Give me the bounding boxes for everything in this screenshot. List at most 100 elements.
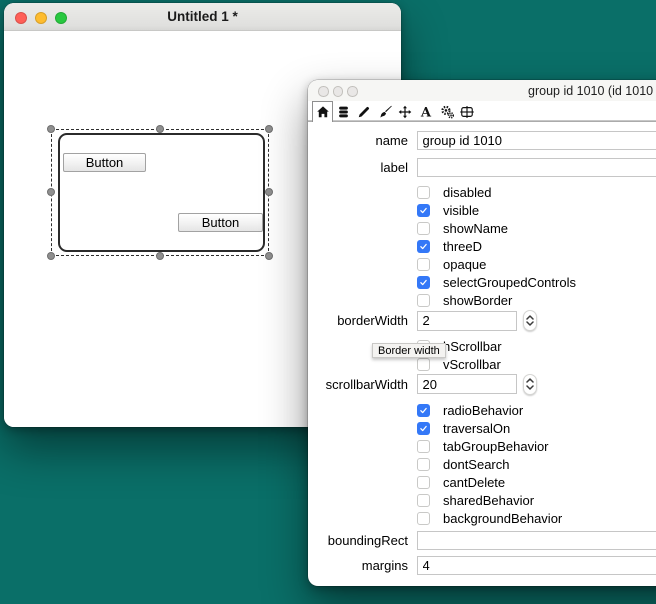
boundingRect-input[interactable] (417, 531, 656, 550)
inspector-tab-basic[interactable] (312, 101, 333, 122)
checkbox-row-vScrollbar: vScrollbar (308, 355, 656, 373)
inspector-tab-data[interactable] (333, 101, 354, 122)
checkbox-row-selectGroupedControls: selectGroupedControls (308, 273, 656, 291)
selection-handle[interactable] (47, 252, 55, 260)
disabled-checkbox-label: disabled (443, 185, 491, 200)
property-row-boundingRect: boundingRect (308, 531, 656, 550)
minimize-button[interactable] (333, 86, 344, 97)
selection-handle[interactable] (265, 252, 273, 260)
text-icon: A (419, 105, 433, 119)
borderWidth-stepper[interactable] (523, 310, 537, 331)
pencil-icon (357, 105, 371, 119)
property-row-margins: margins (308, 556, 656, 575)
checkbox-row-tabGroupBehavior: tabGroupBehavior (308, 437, 656, 455)
inspector-window-controls (318, 86, 358, 97)
inspector-tab-effects[interactable] (374, 101, 395, 122)
threeD-checkbox[interactable] (417, 240, 430, 253)
checkbox-row-traversalOn: traversalOn (308, 419, 656, 437)
inspector-tab-geometry[interactable] (457, 101, 478, 122)
selectGroupedControls-checkbox-label: selectGroupedControls (443, 275, 576, 290)
showName-checkbox[interactable] (417, 222, 430, 235)
checkbox-row-showBorder: showBorder (308, 291, 656, 309)
inspector-tab-edit[interactable] (353, 101, 374, 122)
inspector-body: name label disabled visible showName threeD op… (308, 122, 656, 575)
sharedBehavior-checkbox-label: sharedBehavior (443, 493, 534, 508)
checkbox-row-hScrollbar: hScrollbar (308, 337, 656, 355)
database-icon (337, 105, 350, 119)
traversalOn-checkbox[interactable] (417, 422, 430, 435)
cantDelete-checkbox[interactable] (417, 476, 430, 489)
selection-handle[interactable] (265, 125, 273, 133)
traversalOn-checkbox-label: traversalOn (443, 421, 510, 436)
property-row-borderWidth: borderWidth (308, 311, 656, 331)
canvas-button[interactable]: Button (63, 153, 146, 172)
document-title: Untitled 1 * (4, 3, 401, 31)
field-label-label: label (308, 160, 408, 175)
selection-handle[interactable] (156, 125, 164, 133)
scrollbarWidth-stepper[interactable] (523, 374, 537, 395)
dontSearch-checkbox[interactable] (417, 458, 430, 471)
stepper-up-icon[interactable] (526, 378, 534, 383)
field-label-scrollbarWidth: scrollbarWidth (308, 377, 408, 392)
inspector-titlebar[interactable]: group id 1010 (id 1010 (308, 80, 656, 101)
checkbox-row-visible: visible (308, 201, 656, 219)
borderWidth-input[interactable] (417, 311, 517, 331)
scrollbarWidth-input[interactable] (417, 374, 517, 394)
tooltip: Border width (372, 343, 446, 358)
canvas-button[interactable]: Button (178, 213, 263, 232)
geometry-icon (460, 105, 474, 119)
disabled-checkbox[interactable] (417, 186, 430, 199)
property-row-name: name (308, 131, 656, 150)
close-button[interactable] (318, 86, 329, 97)
showBorder-checkbox-label: showBorder (443, 293, 512, 308)
selectGroupedControls-checkbox[interactable] (417, 276, 430, 289)
opaque-checkbox[interactable] (417, 258, 430, 271)
checkbox-group: hScrollbarvScrollbar (308, 337, 656, 373)
checkbox-row-dontSearch: dontSearch (308, 455, 656, 473)
checkbox-row-backgroundBehavior: backgroundBehavior (308, 509, 656, 527)
inspector-tab-advanced[interactable] (436, 101, 457, 122)
checkbox-group: radioBehavior traversalOn tabGroupBehavior… (308, 401, 656, 527)
showBorder-checkbox[interactable] (417, 294, 430, 307)
inspector-window: group id 1010 (id 1010 A name label disabl… (308, 80, 656, 586)
margins-input[interactable] (417, 556, 656, 575)
stepper-down-icon[interactable] (526, 385, 534, 390)
cantDelete-checkbox-label: cantDelete (443, 475, 505, 490)
gears-icon (440, 105, 454, 119)
paintbrush-icon (378, 105, 392, 119)
backgroundBehavior-checkbox[interactable] (417, 512, 430, 525)
field-label-margins: margins (308, 558, 408, 573)
tabGroupBehavior-checkbox[interactable] (417, 440, 430, 453)
stepper-down-icon[interactable] (526, 321, 534, 326)
checkbox-row-cantDelete: cantDelete (308, 473, 656, 491)
label-input[interactable] (417, 158, 656, 177)
checkbox-row-radioBehavior: radioBehavior (308, 401, 656, 419)
home-icon (316, 105, 330, 119)
svg-text:A: A (420, 105, 432, 119)
backgroundBehavior-checkbox-label: backgroundBehavior (443, 511, 562, 526)
sharedBehavior-checkbox[interactable] (417, 494, 430, 507)
zoom-button[interactable] (347, 86, 358, 97)
selection-handle[interactable] (265, 188, 273, 196)
visible-checkbox[interactable] (417, 204, 430, 217)
showName-checkbox-label: showName (443, 221, 508, 236)
inspector-tab-text[interactable]: A (416, 101, 437, 122)
threeD-checkbox-label: threeD (443, 239, 482, 254)
tabGroupBehavior-checkbox-label: tabGroupBehavior (443, 439, 549, 454)
opaque-checkbox-label: opaque (443, 257, 486, 272)
stepper-up-icon[interactable] (526, 315, 534, 320)
checkbox-row-opaque: opaque (308, 255, 656, 273)
selection-handle[interactable] (47, 125, 55, 133)
checkbox-row-showName: showName (308, 219, 656, 237)
field-label-boundingRect: boundingRect (308, 533, 408, 548)
vScrollbar-checkbox[interactable] (417, 358, 430, 371)
selection-handle[interactable] (156, 252, 164, 260)
field-label-name: name (308, 133, 408, 148)
name-input[interactable] (417, 131, 656, 150)
checkbox-row-sharedBehavior: sharedBehavior (308, 491, 656, 509)
radioBehavior-checkbox[interactable] (417, 404, 430, 417)
document-titlebar[interactable]: Untitled 1 * (4, 3, 401, 31)
inspector-tab-position[interactable] (395, 101, 416, 122)
hScrollbar-checkbox-label: hScrollbar (443, 339, 502, 354)
visible-checkbox-label: visible (443, 203, 479, 218)
